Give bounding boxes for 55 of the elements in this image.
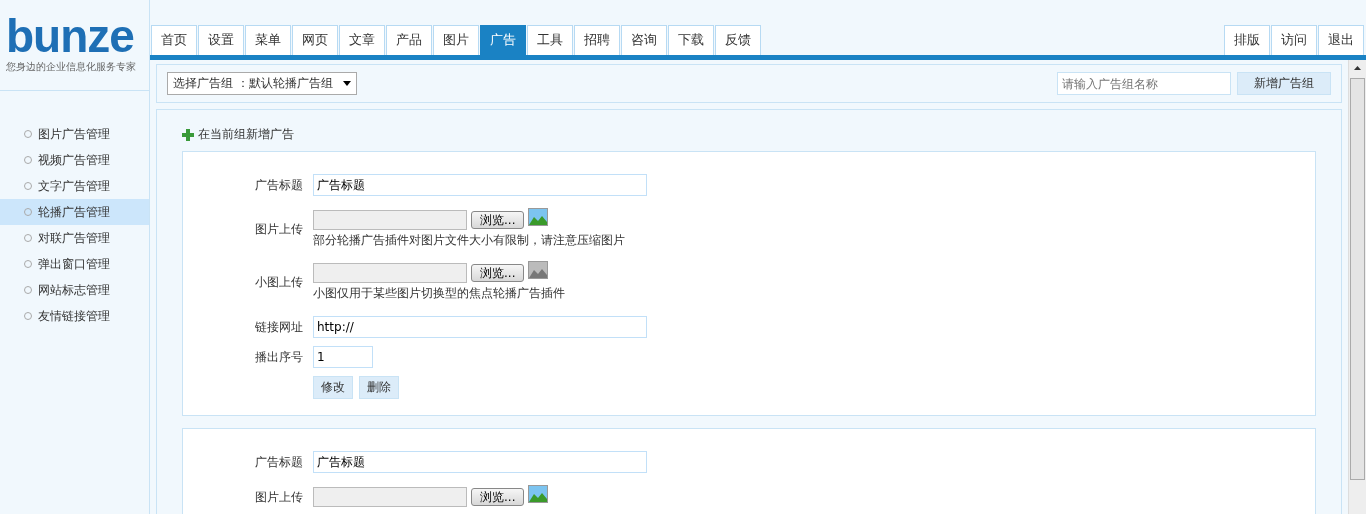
browse-button[interactable]: 浏览... [471,264,525,282]
field-label: 图片上传 [254,488,304,506]
sidebar-item[interactable]: 图片广告管理 [0,121,149,147]
nav-tab[interactable]: 下载 [668,25,714,55]
nav-tab[interactable]: 反馈 [715,25,761,55]
nav-tab[interactable]: 咨询 [621,25,667,55]
scrollbar[interactable] [1348,60,1366,514]
add-ad-link[interactable]: 在当前组新增广告 [198,126,294,143]
sidebar-item[interactable]: 网站标志管理 [0,277,149,303]
field-label: 链接网址 [254,318,304,336]
file-field[interactable] [313,263,467,283]
title-field[interactable]: 广告标题 [313,174,647,196]
nav-tab[interactable]: 工具 [527,25,573,55]
nav-tab[interactable]: 图片 [433,25,479,55]
nav-button[interactable]: 退出 [1318,25,1364,55]
browse-button[interactable]: 浏览... [471,488,525,506]
sidebar-item[interactable]: 对联广告管理 [0,225,149,251]
plus-icon [182,128,194,141]
file-field[interactable] [313,487,467,507]
nav-tab[interactable]: 产品 [386,25,432,55]
hint-text: 小图仅用于某些图片切换型的焦点轮播广告插件 [313,285,565,302]
field-label: 图片上传 [254,221,304,238]
browse-button[interactable]: 浏览... [471,211,525,229]
nav-tab[interactable]: 首页 [151,25,197,55]
sidebar-item[interactable]: 友情链接管理 [0,303,149,329]
action-button[interactable]: 修改 [313,376,353,399]
nav-tab[interactable]: 菜单 [245,25,291,55]
logo-text: bunze [6,14,134,58]
nav-tab[interactable]: 招聘 [574,25,620,55]
nav-tab[interactable]: 网页 [292,25,338,55]
nav-tab[interactable]: 广告 [480,25,526,55]
title-field[interactable]: 广告标题 [313,451,647,473]
field-label: 播出序号 [254,348,304,366]
field-label: 广告标题 [254,176,304,194]
nav-button[interactable]: 排版 [1224,25,1270,55]
add-group-button[interactable]: 新增广告组 [1237,72,1331,95]
group-select[interactable]: 选择广告组 ：默认轮播广告组 [167,72,357,95]
order-field[interactable]: 1 [313,346,373,368]
logo-tagline: 您身边的企业信息化服务专家 [6,60,137,74]
sidebar-item[interactable]: 文字广告管理 [0,173,149,199]
nav-tab[interactable]: 设置 [198,25,244,55]
caret-icon [342,81,351,86]
field-label: 小图上传 [254,274,304,291]
sidebar-item[interactable]: 弹出窗口管理 [0,251,149,277]
field-label: 广告标题 [254,453,304,471]
group-name-field[interactable]: 请输入广告组名称 [1057,72,1231,95]
action-button[interactable]: 删除 [359,376,399,399]
link-field[interactable]: http:// [313,316,647,338]
sidebar-item[interactable]: 视频广告管理 [0,147,149,173]
scroll-up-icon [1354,66,1361,70]
nav-tab[interactable]: 文章 [339,25,385,55]
nav-button[interactable]: 访问 [1271,25,1317,55]
sidebar-item[interactable]: 轮播广告管理 [0,199,149,225]
file-field[interactable] [313,210,467,230]
hint-text: 部分轮播广告插件对图片文件大小有限制，请注意压缩图片 [313,232,625,249]
